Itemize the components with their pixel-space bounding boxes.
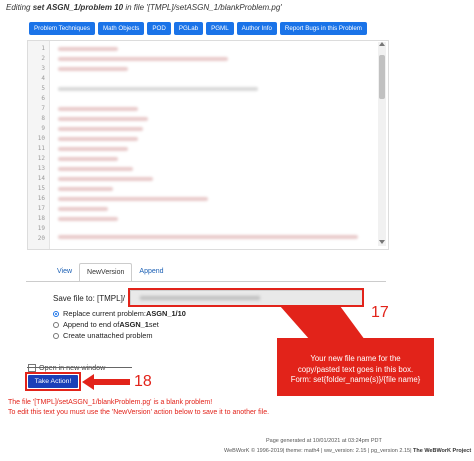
line-gutter: 1 2 3 4 5 6 7 8 9 10 11 12 13 14 15 16 1… [28,41,50,249]
line-number: 10 [37,135,45,142]
line-number: 7 [41,105,45,112]
marker-18: 18 [134,373,152,390]
option-replace-current[interactable]: Replace current problem: ASGN_1/10 [53,309,186,318]
math-objects-button[interactable]: Math Objects [97,22,145,35]
blurred-code-line [58,167,133,171]
line-number: 20 [37,235,45,242]
blurred-code-line [58,217,118,221]
problem-techniques-button[interactable]: Problem Techniques [29,22,95,35]
save-file-label: Save file to: [TMPL]/ [53,294,126,303]
strikethrough-line [27,367,132,368]
blurred-code-line [58,117,148,121]
line-number: 6 [41,95,45,102]
option-create-unattached[interactable]: Create unattached problem [53,331,153,340]
blurred-code-line [58,177,153,181]
line-number: 8 [41,115,45,122]
tab-view[interactable]: View [50,263,79,280]
line-number: 18 [37,215,45,222]
editing-heading: Editing set ASGN_1/problem 10 in file '[… [6,3,282,12]
line-number: 3 [41,65,45,72]
page-generated: Page generated at 10/01/2021 at 03:24pm … [266,438,382,444]
footer-copyright: WeBWorK © 1996-2019| theme: math4 | ww_v… [224,448,472,454]
line-number: 1 [41,45,45,52]
line-number: 11 [37,145,45,152]
option-append-to-set[interactable]: Append to end of ASGN_1 set [53,320,159,329]
report-bugs-button[interactable]: Report Bugs in this Problem [279,22,367,35]
tab-newversion[interactable]: NewVersion [79,263,133,282]
blurred-code-line [58,207,108,211]
line-number: 19 [37,225,45,232]
blurred-code-line [58,67,128,71]
line-number: 15 [37,185,45,192]
edit-instruction-message: To edit this text you must use the 'NewV… [8,409,270,416]
blurred-code-line [58,187,113,191]
webwork-project-link[interactable]: The WeBWorK Project [413,448,471,454]
help-toolbar: Problem Techniques Math Objects POD PGLa… [29,22,367,35]
line-number: 16 [37,195,45,202]
author-info-button[interactable]: Author Info [236,22,277,35]
take-action-button[interactable]: Take Action! [28,375,78,388]
blurred-code-line [58,47,118,51]
action-tabs: View NewVersion Append [50,263,171,282]
radio-icon[interactable] [53,332,59,339]
callout-line-3: Form: set{folder_name(s)}/{file name} [290,375,421,384]
code-editor[interactable]: 1 2 3 4 5 6 7 8 9 10 11 12 13 14 15 16 1… [27,40,389,250]
blurred-code-line [58,87,258,91]
blurred-code-line [58,197,208,201]
pgml-button[interactable]: PGML [206,22,234,35]
line-number: 17 [37,205,45,212]
radio-selected-icon[interactable] [53,310,59,317]
line-number: 2 [41,55,45,62]
callout-box: Your new file name for the copy/pasted t… [277,338,434,396]
blurred-code-line [58,107,138,111]
callout-line-2: copy/pasted text goes in this box. [297,364,414,374]
tab-divider [26,281,386,282]
scroll-up-icon[interactable] [379,42,385,46]
blurred-code-line [58,57,228,61]
blurred-code-line [58,157,118,161]
editor-scroll-thumb[interactable] [379,55,385,99]
blurred-code-line [58,137,138,141]
file-path: '[TMPL]/setASGN_1/blankProblem.pg' [146,3,282,12]
blank-problem-message: The file '[TMPL]/setASGN_1/blankProblem.… [8,399,213,406]
arrow-to-action-icon [82,374,130,390]
callout-line-1: Your new file name for the [310,354,401,363]
problem-ref: set ASGN_1/problem 10 [32,3,124,12]
pod-button[interactable]: POD [147,22,171,35]
line-number: 5 [41,85,45,92]
blurred-code-line [58,127,143,131]
blurred-code-line [58,235,358,239]
radio-icon[interactable] [53,321,59,328]
line-number: 4 [41,75,45,82]
blurred-code-line [58,147,128,151]
line-number: 9 [41,125,45,132]
tab-append[interactable]: Append [132,263,170,280]
line-number: 12 [37,155,45,162]
scroll-down-icon[interactable] [379,240,385,244]
pglab-button[interactable]: PGLab [173,22,204,35]
marker-17: 17 [371,304,389,321]
line-number: 13 [37,165,45,172]
line-number: 14 [37,175,45,182]
